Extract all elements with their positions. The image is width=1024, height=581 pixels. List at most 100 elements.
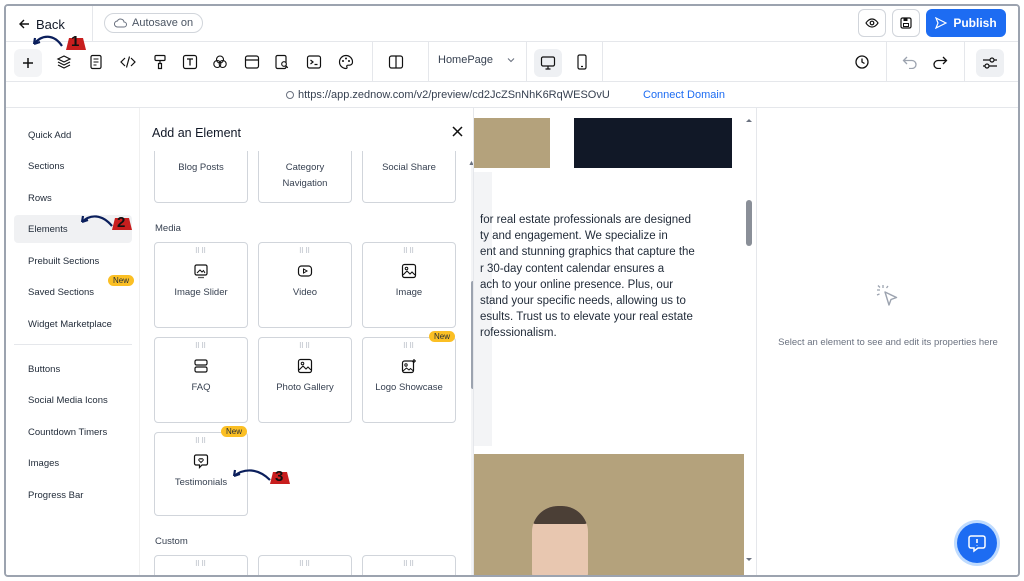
- nav-item-progress-bar[interactable]: Progress Bar: [14, 481, 132, 509]
- element-card-image[interactable]: ⠿⠿ Image: [362, 242, 456, 328]
- element-card-testimonials[interactable]: ⠿⠿ Testimonials New: [154, 426, 248, 516]
- save-icon: [900, 17, 912, 29]
- preview-url-bar: https://app.zednow.com/v2/preview/cd2JcZ…: [6, 82, 1018, 108]
- sliders-icon: [983, 57, 997, 69]
- add-element-panel: Add an Element Blog Posts Category Navig…: [140, 108, 474, 575]
- paragraph-line: ent and stunning graphics that capture t…: [480, 246, 695, 259]
- split-view-button[interactable]: [384, 50, 408, 74]
- theme-button[interactable]: [334, 50, 358, 74]
- scroll-down-icon[interactable]: [744, 556, 754, 564]
- nav-item-elements[interactable]: Elements: [14, 215, 132, 243]
- document-icon: [90, 54, 102, 70]
- paint-roller-icon: [154, 54, 166, 70]
- add-element-button[interactable]: [14, 49, 42, 77]
- page-canvas[interactable]: for real estate professionals are design…: [474, 108, 756, 575]
- section-label-custom: Custom: [155, 536, 188, 547]
- step-number-2: 2: [117, 214, 126, 231]
- close-icon: [452, 126, 463, 137]
- nav-item-widget-marketplace[interactable]: Widget Marketplace: [14, 310, 132, 338]
- palette-icon: [338, 54, 354, 70]
- file-search-icon: [275, 54, 289, 70]
- pages-button[interactable]: [84, 50, 108, 74]
- element-card-logo-showcase[interactable]: ⠿⠿ Logo Showcase New: [362, 331, 456, 423]
- cloud-icon: [114, 18, 127, 28]
- element-card-faq[interactable]: ⠿⠿ FAQ: [154, 337, 248, 423]
- chat-icon: [968, 535, 986, 553]
- canvas-image[interactable]: [574, 118, 732, 168]
- undo-button[interactable]: [898, 50, 922, 74]
- element-card-category-navigation[interactable]: Category Navigation: [258, 151, 352, 203]
- undo-icon: [902, 56, 917, 69]
- history-icon: [855, 55, 869, 69]
- desktop-view-button[interactable]: [534, 49, 562, 77]
- canvas-image[interactable]: [474, 454, 744, 575]
- nav-item-social-media-icons[interactable]: Social Media Icons: [14, 386, 132, 414]
- color-circles-icon: [213, 55, 227, 69]
- columns-icon: [388, 55, 404, 69]
- redo-button[interactable]: [928, 50, 952, 74]
- canvas-paragraph[interactable]: for real estate professionals are design…: [480, 212, 730, 342]
- style-button[interactable]: [148, 50, 172, 74]
- drag-handle-icon: ⠿⠿: [402, 343, 416, 350]
- autosave-label: Autosave on: [132, 17, 194, 29]
- terminal-icon: [306, 55, 322, 69]
- support-chat-button[interactable]: [957, 523, 997, 563]
- canvas-image[interactable]: [474, 118, 550, 168]
- element-card-social-share[interactable]: Social Share: [362, 151, 456, 203]
- element-card-photo-gallery[interactable]: ⠿⠿ Photo Gallery: [258, 337, 352, 423]
- new-badge: New: [108, 275, 135, 286]
- drag-handle-icon: ⠿⠿: [194, 561, 208, 568]
- save-button[interactable]: [892, 9, 920, 37]
- nav-item-quick-add[interactable]: Quick Add: [14, 121, 132, 149]
- new-badge: New: [220, 426, 247, 437]
- element-card-image-slider[interactable]: ⠿⠿ Image Slider: [154, 242, 248, 328]
- back-button[interactable]: Back: [18, 14, 65, 34]
- terminal-button[interactable]: [302, 50, 326, 74]
- divider: [964, 42, 965, 82]
- properties-empty-text: Select an element to see and edit its pr…: [778, 337, 998, 348]
- connect-domain-link[interactable]: Connect Domain: [643, 89, 725, 101]
- history-button[interactable]: [850, 50, 874, 74]
- step-number-3: 3: [275, 468, 284, 485]
- layout-button[interactable]: [240, 50, 264, 74]
- preview-button[interactable]: [858, 9, 886, 37]
- scroll-up-icon[interactable]: [744, 116, 754, 124]
- card-label: Video: [292, 287, 318, 298]
- element-card-custom[interactable]: ⠿⠿: [362, 555, 456, 575]
- person-photo: [532, 506, 588, 575]
- nav-item-images[interactable]: Images: [14, 449, 132, 477]
- element-card-blog-posts[interactable]: Blog Posts: [154, 151, 248, 203]
- nav-item-buttons[interactable]: Buttons: [14, 355, 132, 383]
- mobile-view-button[interactable]: [570, 50, 594, 74]
- seo-button[interactable]: [270, 50, 294, 74]
- canvas-scrollbar-thumb[interactable]: [746, 200, 752, 246]
- drag-handle-icon: ⠿⠿: [194, 343, 208, 350]
- typography-button[interactable]: [178, 50, 202, 74]
- settings-button[interactable]: [976, 49, 1004, 77]
- element-card-custom[interactable]: ⠿⠿: [154, 555, 248, 575]
- nav-item-rows[interactable]: Rows: [14, 184, 132, 212]
- nav-item-prebuilt-sections[interactable]: Prebuilt Sections: [14, 247, 132, 275]
- element-card-video[interactable]: ⠿⠿ Video: [258, 242, 352, 328]
- code-button[interactable]: [116, 50, 140, 74]
- chevron-down-icon: [507, 58, 515, 63]
- paragraph-line: ach to your online presence. Plus, our: [480, 278, 674, 291]
- drag-handle-icon: ⠿⠿: [402, 248, 416, 255]
- element-card-custom[interactable]: ⠿⠿: [258, 555, 352, 575]
- canvas-scrollbar[interactable]: [744, 116, 754, 571]
- colors-button[interactable]: [208, 50, 232, 74]
- page-select[interactable]: HomePage: [438, 54, 515, 66]
- paragraph-line: ty and engagement. We specialize in: [480, 230, 668, 243]
- nav-item-countdown-timers[interactable]: Countdown Timers: [14, 418, 132, 446]
- section-label-media: Media: [155, 223, 181, 234]
- publish-button[interactable]: Publish: [926, 9, 1006, 37]
- nav-item-sections[interactable]: Sections: [14, 152, 132, 180]
- drag-handle-icon: ⠿⠿: [298, 343, 312, 350]
- card-label: Logo Showcase: [375, 382, 443, 393]
- card-label: Photo Gallery: [276, 382, 334, 393]
- paragraph-line: rofessionalism.: [480, 327, 557, 340]
- preview-url[interactable]: https://app.zednow.com/v2/preview/cd2JcZ…: [286, 89, 610, 101]
- layers-button[interactable]: [52, 50, 76, 74]
- card-label: Testimonials: [174, 477, 228, 488]
- close-panel-button[interactable]: [452, 124, 463, 142]
